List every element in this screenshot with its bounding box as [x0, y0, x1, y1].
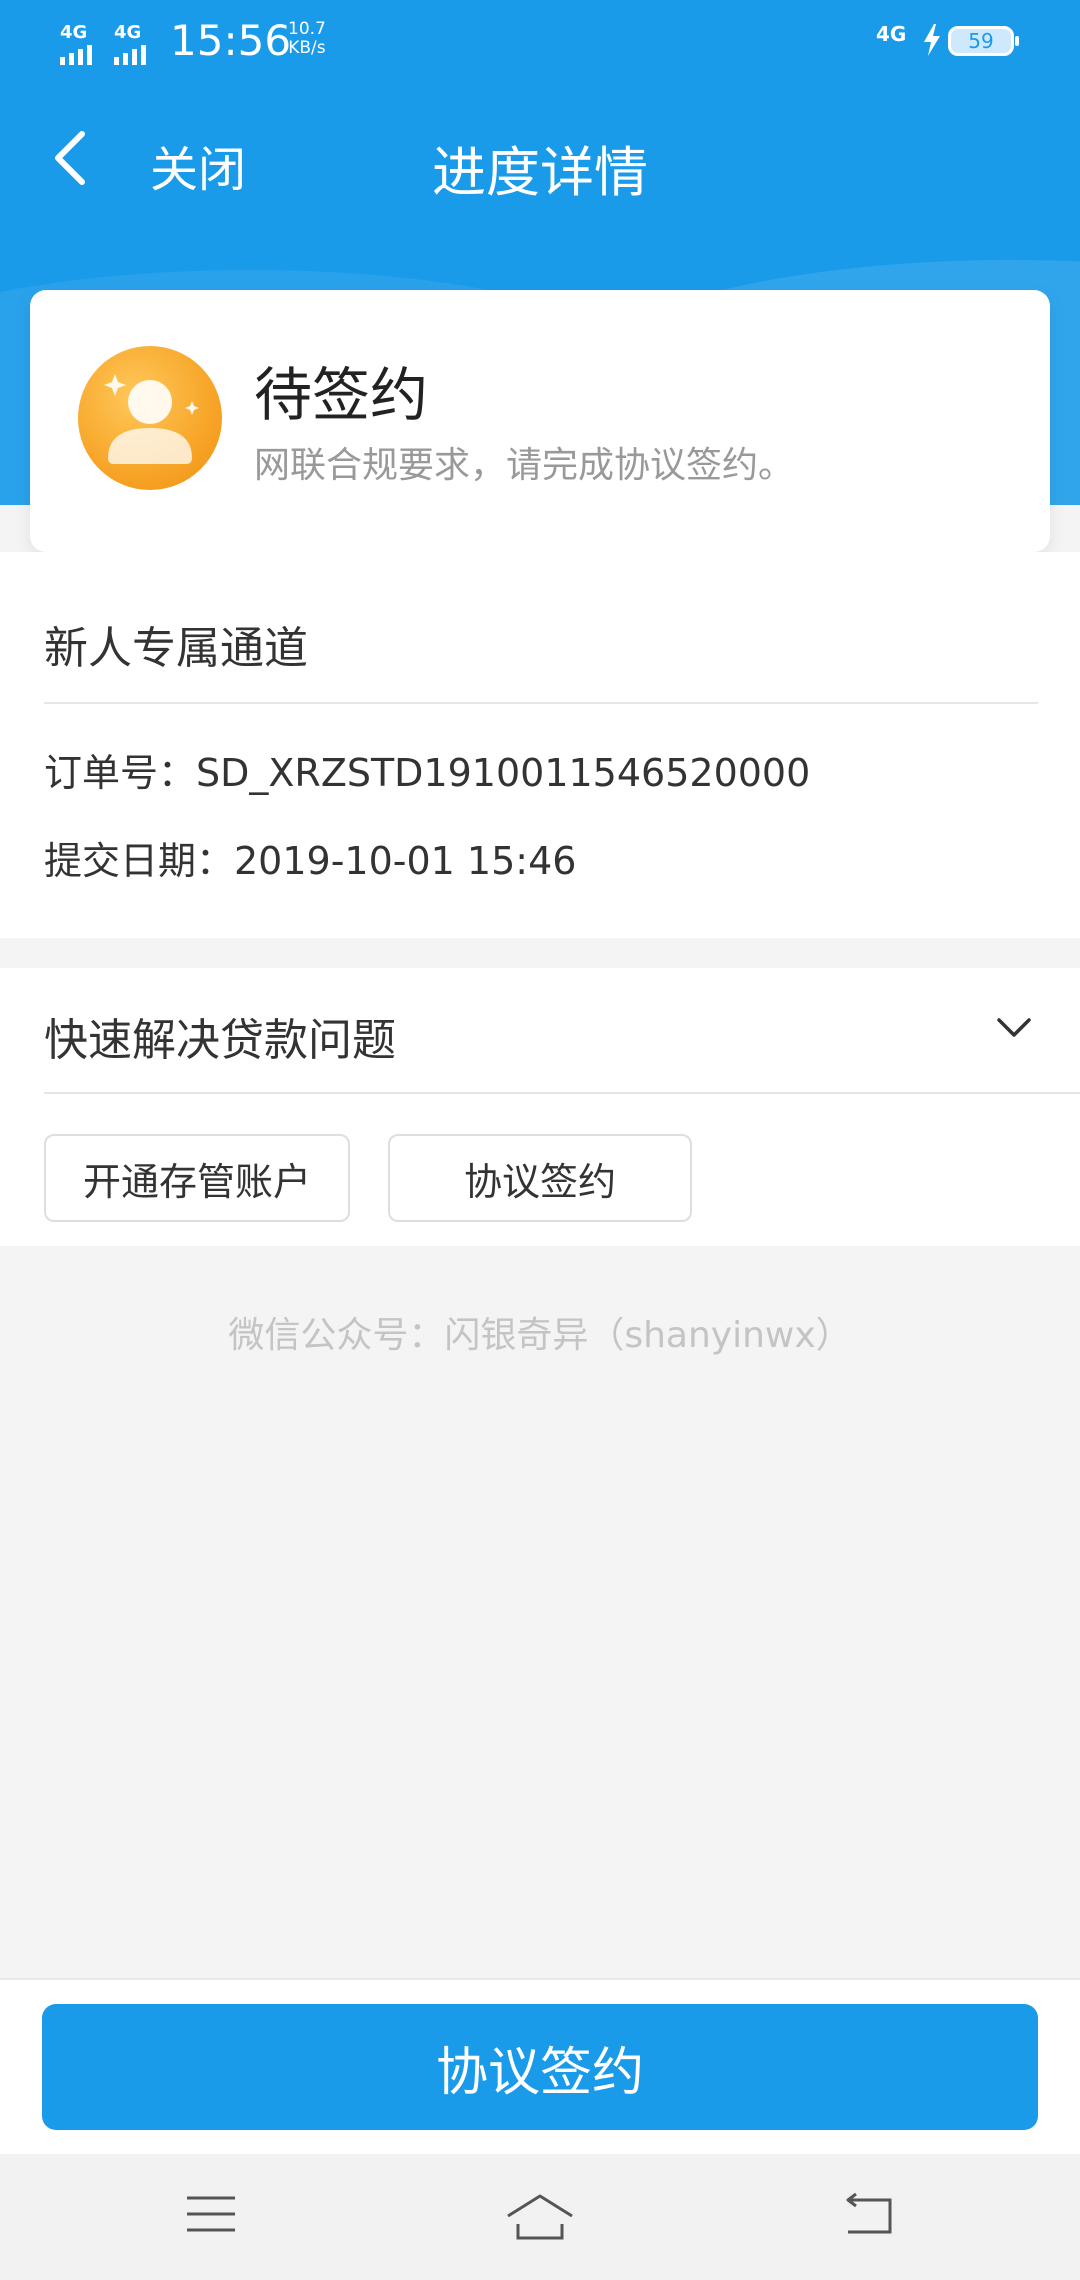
home-icon[interactable]	[504, 2192, 576, 2242]
bottom-action-bar: 协议签约	[0, 1978, 1080, 2154]
status-bar: 4G 4G 15:56 10.7 KB/s 4G 59	[0, 0, 1080, 90]
status-card: 待签约 网联合规要求，请完成协议签约。	[30, 290, 1050, 552]
open-custody-account-button[interactable]: 开通存管账户	[44, 1134, 350, 1222]
signal-bars-icon	[114, 45, 146, 65]
speed-unit: KB/s	[288, 38, 326, 58]
agreement-sign-button-secondary[interactable]: 协议签约	[388, 1134, 692, 1222]
speed-value: 10.7	[288, 19, 326, 39]
network-type-right: 4G	[876, 22, 907, 46]
status-title: 待签约	[254, 361, 429, 429]
divider	[44, 1092, 1080, 1094]
user-avatar-icon	[78, 346, 222, 490]
network-speed: 10.7 KB/s	[288, 20, 326, 58]
battery-icon: 59	[948, 26, 1019, 56]
divider	[44, 702, 1038, 704]
network-type-2: 4G	[114, 22, 142, 43]
submit-date: 提交日期：2019-10-01 15:46	[44, 839, 577, 883]
user-silhouette-icon	[104, 374, 199, 464]
chevron-down-icon[interactable]	[996, 1016, 1032, 1040]
status-description: 网联合规要求，请完成协议签约。	[254, 445, 795, 486]
signal-1: 4G	[60, 22, 92, 65]
system-navigation-bar	[0, 2154, 1080, 2280]
channel-title: 新人专属通道	[44, 623, 308, 674]
order-number: 订单号：SD_XRZSTD1910011546520000	[44, 751, 811, 795]
page-title: 进度详情	[432, 141, 648, 204]
quick-solve-section: 快速解决贷款问题 开通存管账户 协议签约	[0, 968, 1080, 1246]
menu-icon[interactable]	[184, 2192, 238, 2236]
signal-bars-icon	[60, 45, 92, 65]
wechat-account-note: 微信公众号：闪银奇异（shanyinwx）	[228, 1315, 852, 1356]
charging-icon	[924, 24, 940, 56]
network-type-1: 4G	[60, 22, 88, 43]
back-nav-icon[interactable]	[842, 2192, 896, 2236]
signal-2: 4G	[114, 22, 146, 65]
quick-solve-title[interactable]: 快速解决贷款问题	[44, 1004, 396, 1068]
order-info-section: 新人专属通道 订单号：SD_XRZSTD1910011546520000 提交日…	[0, 552, 1080, 938]
battery-level: 59	[968, 29, 994, 53]
agreement-sign-button[interactable]: 协议签约	[42, 2004, 1038, 2130]
status-time: 15:56	[170, 16, 292, 65]
